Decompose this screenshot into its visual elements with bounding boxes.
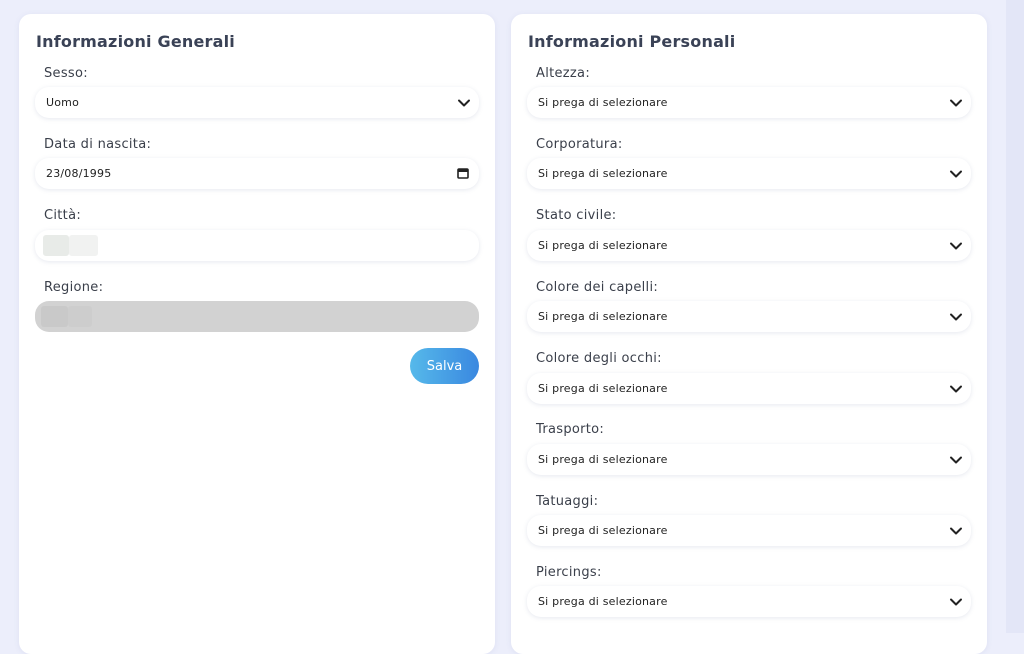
redacted-value: [43, 235, 69, 256]
chevron-down-icon: [950, 527, 962, 535]
stato-civile-label: Stato civile:: [536, 208, 617, 223]
personal-info-title: Informazioni Personali: [528, 32, 736, 51]
tatuaggi-label: Tatuaggi:: [536, 494, 599, 509]
trasporto-select[interactable]: Si prega di selezionare: [527, 444, 971, 475]
general-info-title: Informazioni Generali: [36, 32, 235, 51]
corporatura-select[interactable]: Si prega di selezionare: [527, 158, 971, 189]
corporatura-value: Si prega di selezionare: [538, 167, 668, 180]
region-label: Regione:: [44, 280, 104, 295]
stato-civile-value: Si prega di selezionare: [538, 239, 668, 252]
colore-occhi-value: Si prega di selezionare: [538, 382, 668, 395]
piercings-select[interactable]: Si prega di selezionare: [527, 586, 971, 617]
altezza-value: Si prega di selezionare: [538, 96, 668, 109]
calendar-icon[interactable]: [457, 167, 469, 179]
save-button[interactable]: Salva: [410, 348, 479, 384]
piercings-label: Piercings:: [536, 565, 602, 580]
birthdate-label: Data di nascita:: [44, 137, 152, 152]
tatuaggi-select[interactable]: Si prega di selezionare: [527, 515, 971, 546]
chevron-down-icon: [950, 99, 962, 107]
altezza-label: Altezza:: [536, 66, 590, 81]
page-edge: [1006, 0, 1024, 633]
sesso-select[interactable]: Uomo: [35, 87, 479, 118]
region-input: [35, 301, 479, 332]
chevron-down-icon: [950, 385, 962, 393]
chevron-down-icon: [950, 598, 962, 606]
redacted-value: [68, 306, 92, 327]
colore-capelli-value: Si prega di selezionare: [538, 310, 668, 323]
city-label: Città:: [44, 208, 82, 223]
birthdate-value: 23/08/1995: [46, 167, 112, 180]
tatuaggi-value: Si prega di selezionare: [538, 524, 668, 537]
chevron-down-icon: [458, 99, 470, 107]
city-input[interactable]: [35, 230, 479, 261]
chevron-down-icon: [950, 242, 962, 250]
chevron-down-icon: [950, 456, 962, 464]
altezza-select[interactable]: Si prega di selezionare: [527, 87, 971, 118]
birthdate-input[interactable]: 23/08/1995: [35, 158, 479, 189]
colore-occhi-label: Colore degli occhi:: [536, 351, 662, 366]
chevron-down-icon: [950, 313, 962, 321]
sesso-label: Sesso:: [44, 66, 88, 81]
colore-capelli-select[interactable]: Si prega di selezionare: [527, 301, 971, 332]
stato-civile-select[interactable]: Si prega di selezionare: [527, 230, 971, 261]
sesso-value: Uomo: [46, 96, 80, 109]
redacted-value: [69, 235, 98, 256]
trasporto-value: Si prega di selezionare: [538, 453, 668, 466]
piercings-value: Si prega di selezionare: [538, 595, 668, 608]
colore-occhi-select[interactable]: Si prega di selezionare: [527, 373, 971, 404]
chevron-down-icon: [950, 170, 962, 178]
redacted-value: [41, 306, 68, 327]
colore-capelli-label: Colore dei capelli:: [536, 280, 659, 295]
trasporto-label: Trasporto:: [536, 422, 605, 437]
corporatura-label: Corporatura:: [536, 137, 623, 152]
general-info-card: Informazioni Generali Sesso: Uomo Data d…: [19, 14, 495, 654]
personal-info-card: Informazioni Personali Altezza: Si prega…: [511, 14, 987, 654]
